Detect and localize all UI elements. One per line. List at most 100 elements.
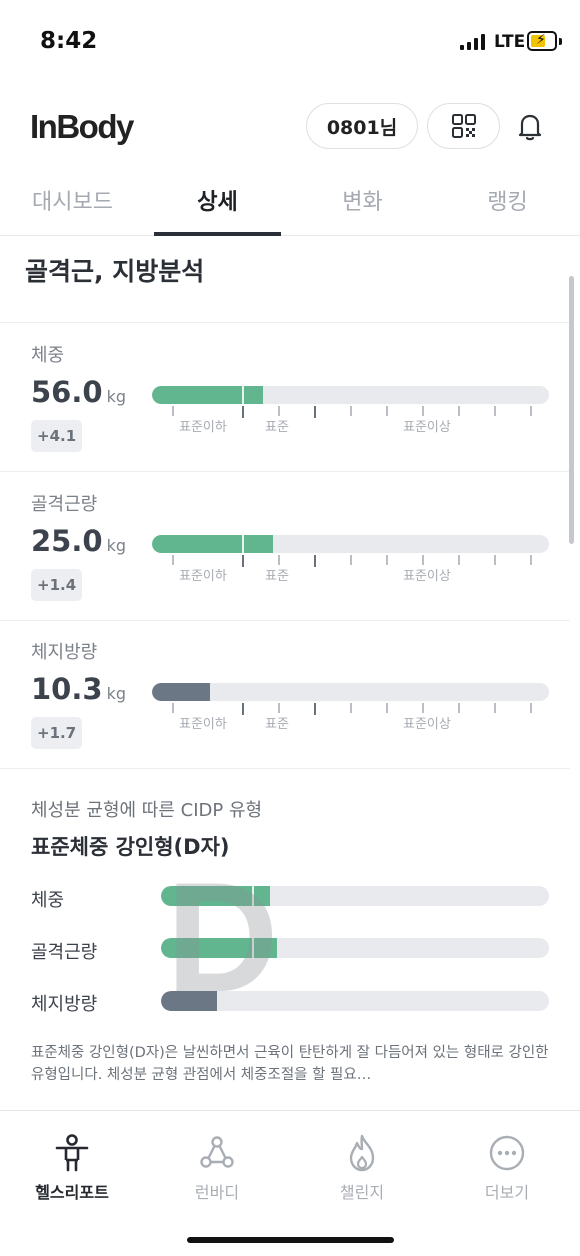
route-icon xyxy=(197,1133,237,1173)
divider xyxy=(0,768,570,769)
metric-bar-fill xyxy=(152,386,264,404)
metric-delta-badge: +1.4 xyxy=(31,569,83,601)
tick xyxy=(242,406,244,418)
metric-unit: kg xyxy=(106,387,126,406)
cidp-letter-watermark: D xyxy=(166,851,279,1025)
nav-label: 챌린지 xyxy=(339,1183,385,1202)
bar-divider xyxy=(242,386,244,404)
tick xyxy=(172,555,174,565)
metric-bar xyxy=(152,683,549,701)
cidp-row-label: 체지방량 xyxy=(31,994,98,1015)
metric-unit: kg xyxy=(106,684,126,703)
bell-icon xyxy=(518,114,542,141)
tab-bar: 대시보드 상세 변화 랭킹 xyxy=(0,170,580,236)
tick xyxy=(530,406,532,416)
cidp-row-label: 체중 xyxy=(31,890,65,911)
tick xyxy=(386,703,388,713)
user-profile-button[interactable]: 0801님 xyxy=(306,103,418,149)
tab-change[interactable]: 변화 xyxy=(290,170,435,235)
metric-label: 체지방량 xyxy=(31,642,98,663)
signal-icon xyxy=(460,34,485,50)
tick xyxy=(278,703,280,713)
tick xyxy=(494,703,496,713)
tick xyxy=(494,406,496,416)
tick xyxy=(458,555,460,565)
inbody-logo: InBody xyxy=(30,108,134,145)
tick xyxy=(172,703,174,713)
tick xyxy=(530,555,532,565)
tick xyxy=(530,703,532,713)
range-label-low: 표준이하 xyxy=(179,569,227,584)
status-time: 8:42 xyxy=(40,28,98,54)
tick xyxy=(386,406,388,416)
range-label-normal: 표준 xyxy=(265,420,289,435)
metric-unit: kg xyxy=(106,536,126,555)
person-icon xyxy=(52,1133,92,1173)
metric-label: 골격근량 xyxy=(31,494,98,515)
tick xyxy=(422,406,424,416)
tick xyxy=(314,406,316,418)
status-bar: 8:42 LTE ⚡ xyxy=(0,0,580,86)
metric-delta-badge: +4.1 xyxy=(31,420,83,452)
tick xyxy=(350,555,352,565)
tab-detail[interactable]: 상세 xyxy=(145,170,290,236)
nav-label: 런바디 xyxy=(194,1183,240,1202)
tick xyxy=(314,555,316,567)
tick xyxy=(350,703,352,713)
tick xyxy=(458,703,460,713)
range-label-low: 표준이하 xyxy=(179,420,227,435)
nav-label: 헬스리포트 xyxy=(35,1183,109,1202)
qr-code-icon xyxy=(451,114,476,138)
metric-bar-fill xyxy=(152,535,274,553)
battery-tip xyxy=(559,38,562,45)
tick xyxy=(458,406,460,416)
range-label-high: 표준이상 xyxy=(403,569,451,584)
flame-icon xyxy=(342,1133,382,1173)
bottom-nav: 헬스리포트 런바디 챌린지 더보기 xyxy=(0,1110,580,1256)
range-label-normal: 표준 xyxy=(265,569,289,584)
network-label: LTE xyxy=(494,32,526,52)
metric-bar-fill xyxy=(152,683,210,701)
metric-delta-badge: +1.7 xyxy=(31,717,83,749)
tick xyxy=(314,703,316,715)
home-indicator xyxy=(187,1237,394,1243)
metric-bar xyxy=(152,386,549,404)
nav-runbody[interactable]: 런바디 xyxy=(157,1133,277,1203)
tick xyxy=(242,703,244,715)
range-label-high: 표준이상 xyxy=(403,717,451,732)
range-label-normal: 표준 xyxy=(265,717,289,732)
nav-more[interactable]: 더보기 xyxy=(447,1133,567,1203)
tick xyxy=(386,555,388,565)
tick xyxy=(494,555,496,565)
metric-value: 56.0 kg xyxy=(31,375,126,409)
metric-skeletal-muscle[interactable]: 골격근량 25.0 kg +1.4 표준이하 표준 표준이상 xyxy=(0,472,570,620)
range-label-high: 표준이상 xyxy=(403,420,451,435)
nav-label: 더보기 xyxy=(484,1183,530,1202)
section-title: 골격근, 지방분석 xyxy=(25,257,205,286)
metric-value: 10.3 kg xyxy=(31,672,126,706)
tick xyxy=(422,555,424,565)
metric-value: 25.0 kg xyxy=(31,524,126,558)
cidp-description: 표준체중 강인형(D자)은 날씬하면서 근육이 탄탄하게 잘 다듬어져 있는 형… xyxy=(31,1045,549,1083)
tab-ranking[interactable]: 랭킹 xyxy=(435,170,580,235)
tick xyxy=(350,406,352,416)
nav-challenge[interactable]: 챌린지 xyxy=(302,1133,422,1203)
qr-code-button[interactable] xyxy=(427,103,500,149)
bar-divider xyxy=(242,535,244,553)
battery-icon: ⚡ xyxy=(527,31,557,51)
tick xyxy=(278,406,280,416)
more-icon xyxy=(487,1133,527,1173)
tick xyxy=(422,703,424,713)
metric-label: 체중 xyxy=(31,345,65,366)
app-header: InBody 0801님 xyxy=(0,100,580,156)
metric-body-fat[interactable]: 체지방량 10.3 kg +1.7 표준이하 표준 표준이상 xyxy=(0,620,570,768)
range-label-low: 표준이하 xyxy=(179,717,227,732)
scrollbar[interactable] xyxy=(569,276,574,544)
metric-weight[interactable]: 체중 56.0 kg +4.1 표준이하 표준 표준이상 xyxy=(0,323,570,471)
tick xyxy=(172,406,174,416)
cidp-row-label: 골격근량 xyxy=(31,942,98,963)
tab-dashboard[interactable]: 대시보드 xyxy=(0,170,145,235)
notification-button[interactable] xyxy=(512,108,548,144)
nav-health-report[interactable]: 헬스리포트 xyxy=(12,1133,132,1203)
tick xyxy=(278,555,280,565)
